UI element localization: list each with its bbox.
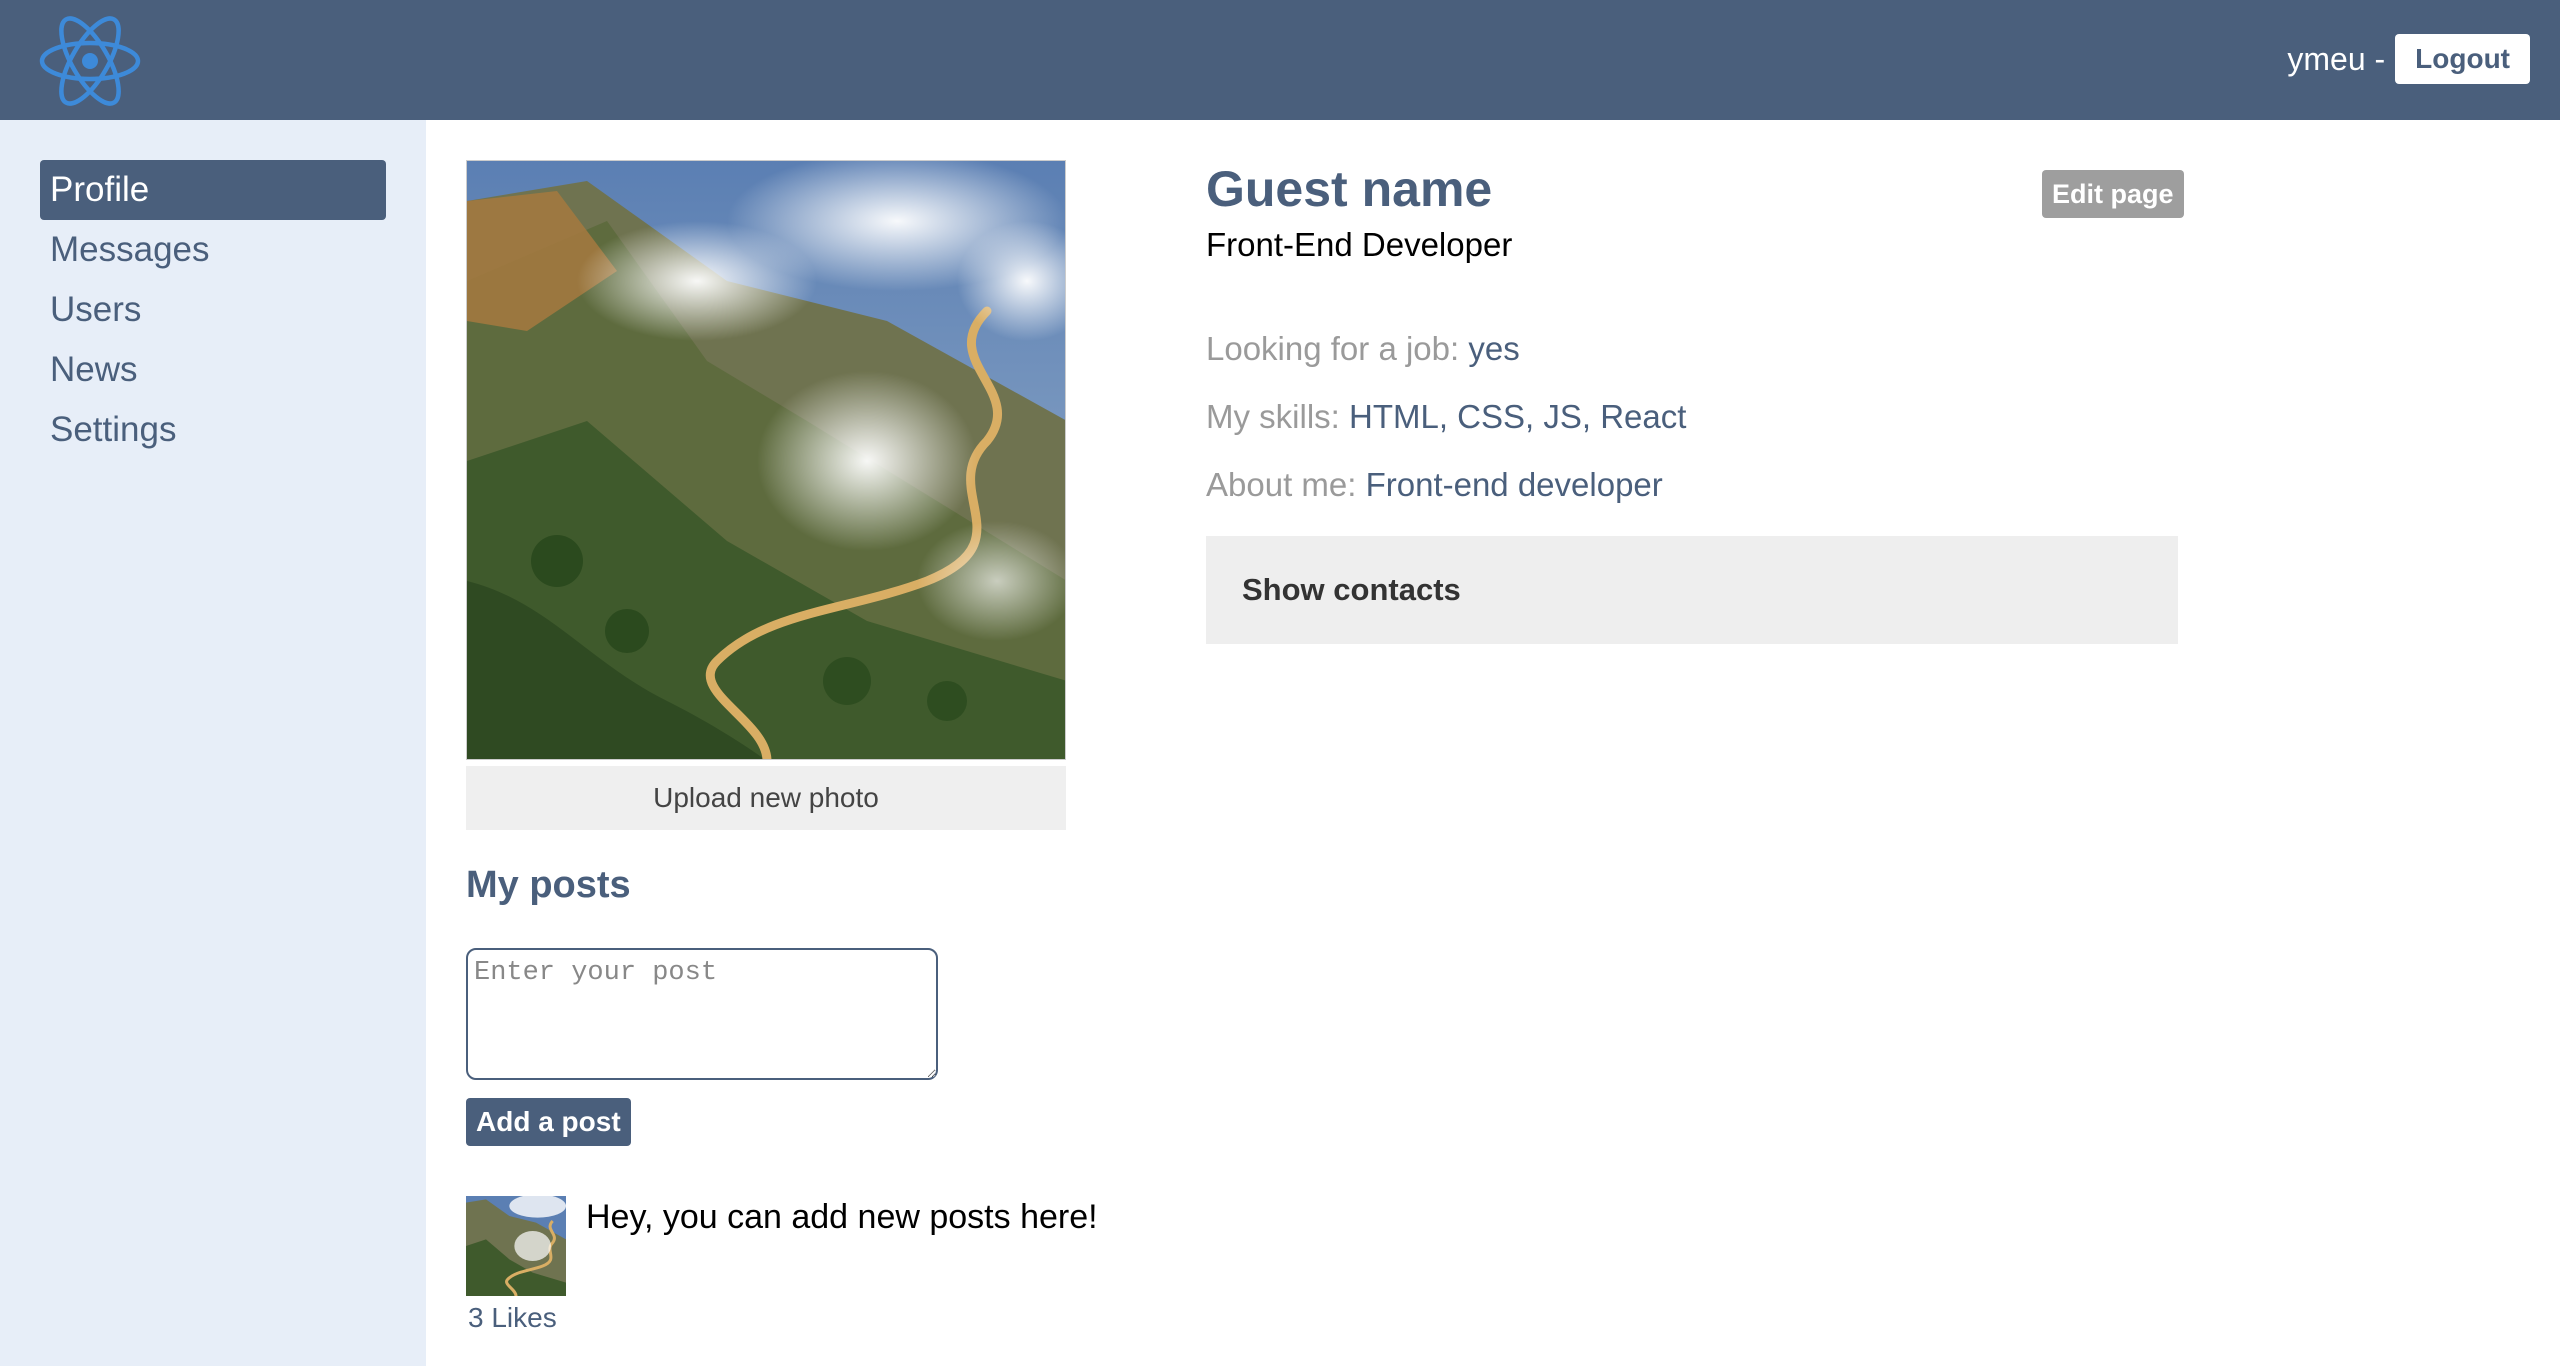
sidebar-item-users[interactable]: Users: [40, 280, 386, 340]
skills-value: HTML, CSS, JS, React: [1349, 398, 1687, 435]
profile-photo: [466, 160, 1066, 760]
posts-title: My posts: [466, 864, 631, 906]
post-likes[interactable]: 3 Likes: [468, 1302, 557, 1334]
landscape-image: [467, 161, 1065, 759]
post-avatar: [466, 1196, 566, 1296]
user-area: ymeu - Logout: [2287, 34, 2530, 84]
upload-photo-button[interactable]: Upload new photo: [466, 766, 1066, 830]
post-item: Hey, you can add new posts here! 3 Likes: [466, 1196, 1106, 1336]
profile-name: Guest name: [1206, 161, 1493, 217]
about-label: About me:: [1206, 466, 1366, 503]
about-value: Front-end developer: [1365, 466, 1663, 503]
sidebar-item-messages[interactable]: Messages: [40, 220, 386, 280]
logout-button[interactable]: Logout: [2395, 34, 2530, 84]
sidebar-item-news[interactable]: News: [40, 340, 386, 400]
job-value: yes: [1468, 330, 1520, 367]
header: ymeu - Logout: [0, 0, 2560, 120]
post-text: Hey, you can add new posts here!: [586, 1198, 1098, 1236]
about-me: About me: Front-end developer: [1206, 466, 1663, 504]
job-label: Looking for a job:: [1206, 330, 1469, 367]
post-input[interactable]: [466, 948, 938, 1080]
profile-role: Front-End Developer: [1206, 226, 1513, 263]
sidebar-item-settings[interactable]: Settings: [40, 400, 386, 460]
username: ymeu -: [2287, 40, 2386, 77]
skills: My skills: HTML, CSS, JS, React: [1206, 398, 1686, 436]
add-post-button[interactable]: Add a post: [466, 1098, 631, 1146]
sidebar: Profile Messages Users News Settings: [0, 120, 426, 1366]
show-contacts-toggle[interactable]: Show contacts: [1206, 536, 2178, 644]
edit-page-button[interactable]: Edit page: [2042, 170, 2184, 218]
sidebar-item-profile[interactable]: Profile: [40, 160, 386, 220]
skills-label: My skills:: [1206, 398, 1349, 435]
react-logo-icon[interactable]: [38, 14, 142, 108]
job-status: Looking for a job: yes: [1206, 330, 1520, 368]
